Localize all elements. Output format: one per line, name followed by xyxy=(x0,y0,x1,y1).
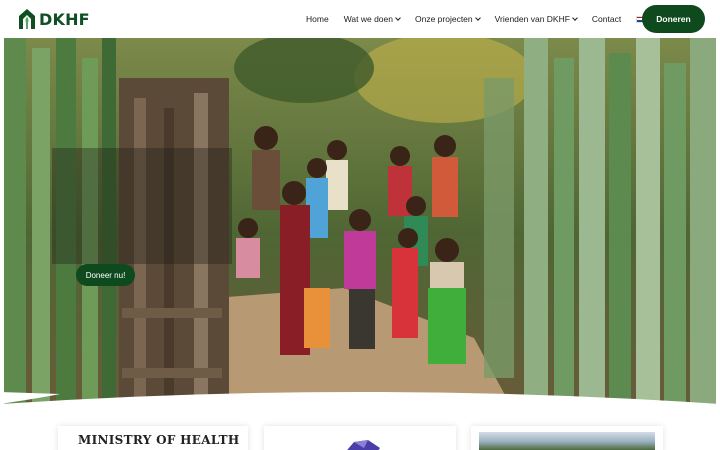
site-header: DKHF Home Wat we doen Onze projecten Vri… xyxy=(0,0,720,38)
nav-item-label: Vrienden van DKHF xyxy=(494,14,570,24)
chevron-down-icon xyxy=(395,15,401,21)
donate-button[interactable]: Doneren xyxy=(642,5,705,33)
site-logo[interactable]: DKHF xyxy=(18,8,90,30)
nav-item-label: Contact xyxy=(591,14,622,24)
partner-logo-icon xyxy=(347,440,380,450)
house-logo-icon xyxy=(19,9,35,29)
partner-card[interactable] xyxy=(264,426,456,450)
partner-logo-text: MINISTRY OF HEALTH xyxy=(78,433,240,447)
nav-item-home[interactable]: Home xyxy=(306,14,329,24)
nav-item-label: Onze projecten xyxy=(414,14,473,24)
nav-item-contact[interactable]: Contact xyxy=(592,14,621,24)
hero-banner: Doneer nu! xyxy=(4,38,716,430)
nav-item-label: Home xyxy=(306,14,329,24)
chevron-down-icon xyxy=(572,15,578,21)
logo-text: DKHF xyxy=(39,9,90,29)
nav-item-vrienden-van-dkhf[interactable]: Vrienden van DKHF xyxy=(494,14,578,24)
main-nav: Home Wat we doen Onze projecten Vrienden… xyxy=(300,0,656,38)
nav-item-label: Wat we doen xyxy=(343,14,393,24)
donate-now-button[interactable]: Doneer nu! xyxy=(76,264,135,286)
nav-item-onze-projecten[interactable]: Onze projecten xyxy=(414,14,481,24)
hero-overlay xyxy=(52,148,232,264)
chevron-down-icon xyxy=(474,15,481,21)
nav-item-wat-we-doen[interactable]: Wat we doen xyxy=(343,14,401,24)
partner-card[interactable]: MINISTRY OF HEALTH xyxy=(58,426,248,450)
partner-photo xyxy=(479,432,655,450)
partner-card[interactable] xyxy=(471,426,663,450)
